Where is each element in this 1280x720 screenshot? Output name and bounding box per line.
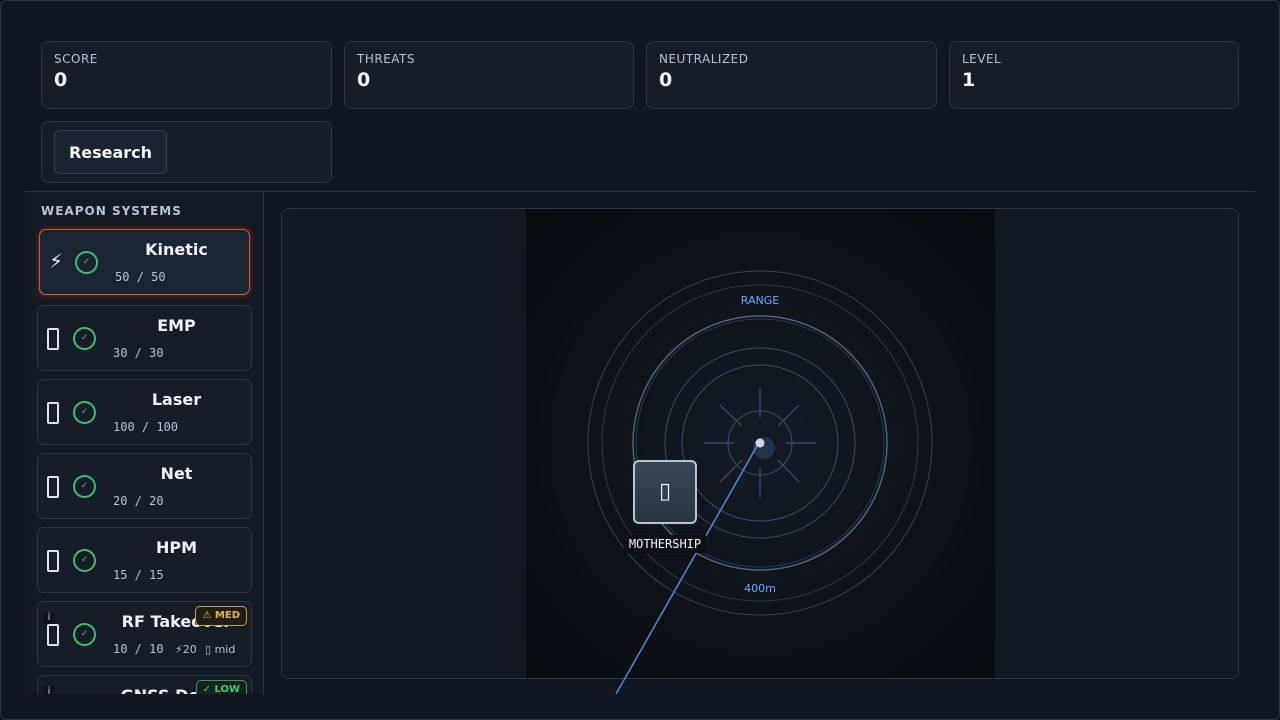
level-label: LEVEL: [962, 52, 1002, 66]
badge-text: LOW: [214, 684, 240, 694]
threat-badge-low: ✓ LOW: [195, 680, 247, 694]
weapon-name: Laser: [151, 390, 202, 409]
sidebar-title: WEAPON SYSTEMS: [41, 204, 182, 218]
ready-check-icon: ✓: [73, 623, 96, 646]
ready-check-icon: ✓: [73, 475, 96, 498]
level-panel: LEVEL 1: [949, 41, 1239, 109]
weapon-sidebar[interactable]: WEAPON SYSTEMS ⚡ ✓ Kinetic 50 / 50 ✓ EMP…: [25, 192, 264, 694]
mothership-label: MOTHERSHIP: [624, 535, 706, 553]
badge-text: MED: [214, 610, 240, 621]
weapon-laser[interactable]: ✓ Laser 100 / 100: [37, 379, 252, 445]
weapon-ammo: 50 / 50: [115, 270, 166, 284]
ready-check-icon: ✓: [73, 327, 96, 350]
weapon-ammo: 15 / 15: [113, 568, 164, 582]
net-icon: [47, 476, 59, 498]
research-button[interactable]: Research: [54, 130, 167, 174]
neutralized-value: 0: [659, 69, 673, 91]
range-value: mid: [214, 643, 236, 656]
neutralized-label: NEUTRALIZED: [659, 52, 749, 66]
range-tag: ▯ mid: [205, 643, 235, 656]
battle-arena[interactable]: [281, 208, 1239, 679]
radar-viewport[interactable]: [526, 209, 995, 678]
score-panel: SCORE 0: [41, 41, 332, 109]
weapon-name: Net: [160, 464, 193, 483]
score-label: SCORE: [54, 52, 98, 66]
energy-cost: ⚡20: [175, 643, 197, 656]
research-panel: Research: [41, 121, 332, 183]
weapon-emp[interactable]: ✓ EMP 30 / 30: [37, 305, 252, 371]
weapon-name: Kinetic: [145, 240, 208, 259]
weapon-gnss-denial[interactable]: i GNSS Denial ✓ LOW: [37, 675, 252, 694]
emp-icon: [47, 328, 59, 350]
weapon-net[interactable]: ✓ Net 20 / 20: [37, 453, 252, 519]
weapon-ammo: 10 / 10: [113, 642, 164, 656]
info-icon[interactable]: i: [43, 686, 55, 694]
mothership-icon: ▯: [658, 479, 672, 504]
threat-badge-med: ⚠ MED: [195, 606, 247, 626]
hpm-icon: [47, 550, 59, 572]
threats-panel: THREATS 0: [344, 41, 634, 109]
score-value: 0: [54, 69, 68, 91]
rf-icon: [47, 624, 59, 646]
weapon-kinetic[interactable]: ⚡ ✓ Kinetic 50 / 50: [39, 229, 250, 295]
laser-icon: [47, 402, 59, 424]
weapon-rf-takeover[interactable]: i ✓ RF Takeover 10 / 10 ⚡20 ▯ mid ⚠ MED: [37, 601, 252, 667]
lightning-icon: ⚡: [48, 249, 64, 273]
weapon-hpm[interactable]: ✓ HPM 15 / 15: [37, 527, 252, 593]
threats-label: THREATS: [357, 52, 415, 66]
weapon-ammo: 20 / 20: [113, 494, 164, 508]
level-value: 1: [962, 69, 976, 91]
weapon-name: HPM: [155, 538, 198, 557]
info-icon[interactable]: i: [43, 612, 55, 624]
weapon-name: EMP: [157, 316, 196, 335]
ready-check-icon: ✓: [73, 401, 96, 424]
range-icon: ▯: [205, 643, 212, 656]
neutralized-panel: NEUTRALIZED 0: [646, 41, 937, 109]
weapon-ammo: 30 / 30: [113, 346, 164, 360]
ready-check-icon: ✓: [73, 549, 96, 572]
mothership-unit[interactable]: ▯: [633, 460, 697, 524]
weapon-ammo: 100 / 100: [113, 420, 179, 434]
ready-check-icon: ✓: [75, 251, 98, 274]
threats-value: 0: [357, 69, 371, 91]
